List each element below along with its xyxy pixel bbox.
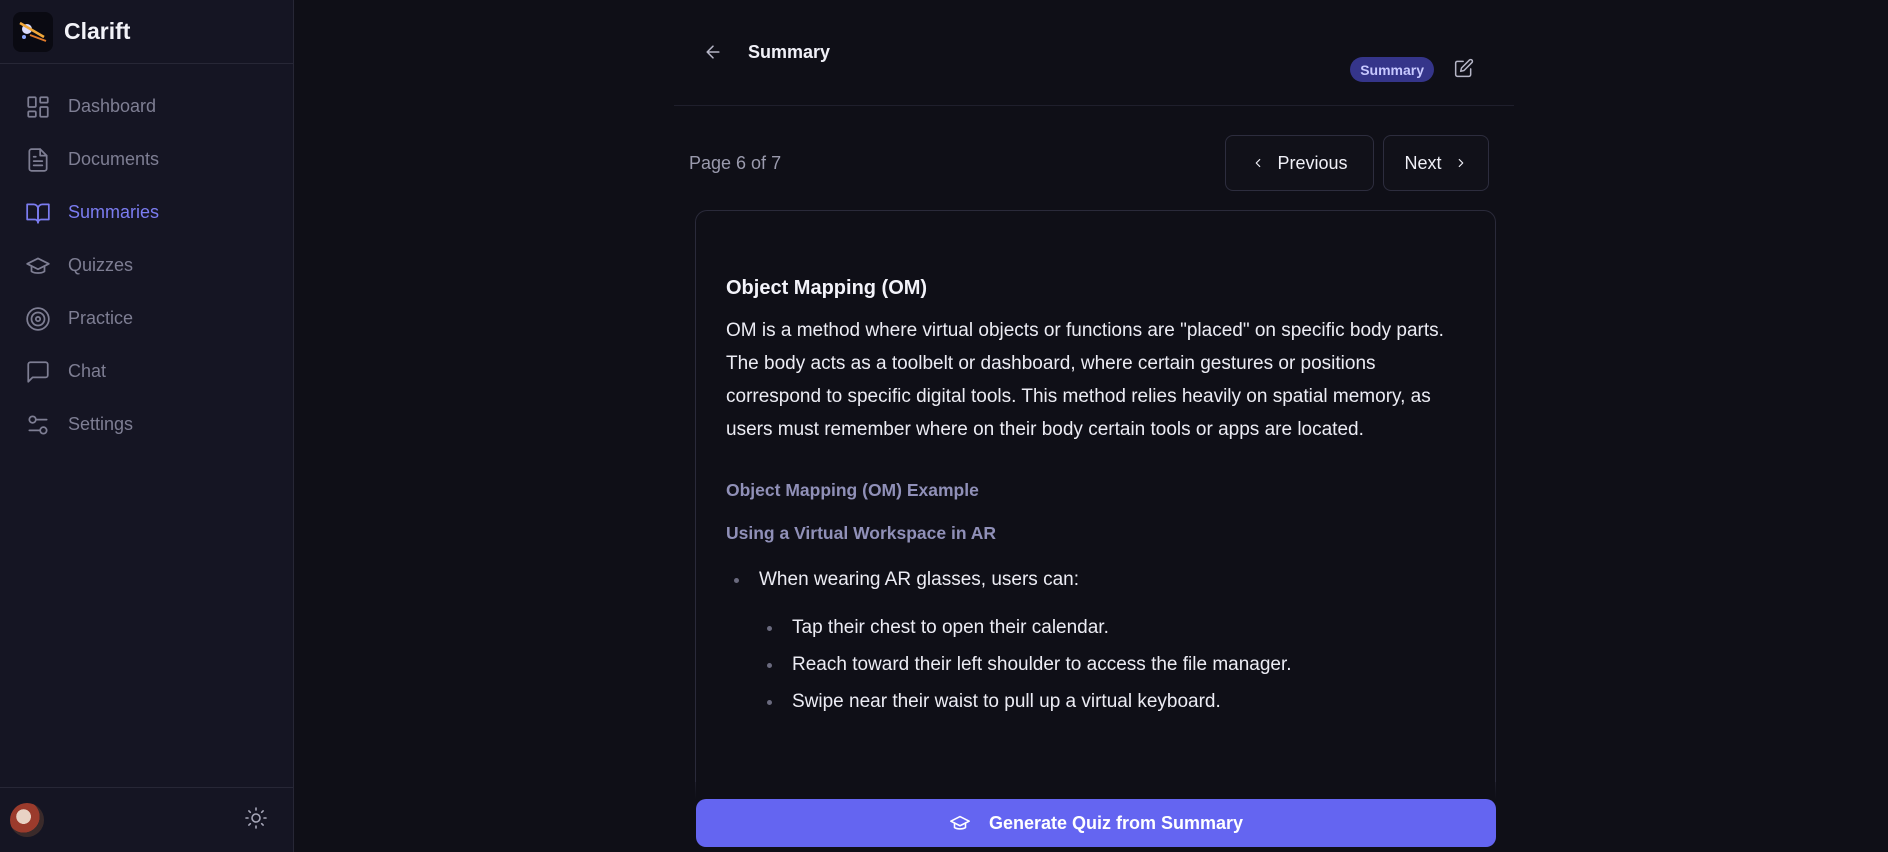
- section-paragraph: OM is a method where virtual objects or …: [726, 320, 1444, 440]
- sidebar-item-practice[interactable]: Practice: [0, 292, 293, 345]
- sublist-item: Tap their chest to open their calendar.: [759, 616, 1465, 640]
- section-title: Object Mapping (OM): [726, 277, 928, 299]
- app-logo: [13, 11, 53, 52]
- book-open-icon: [26, 202, 50, 224]
- graduation-cap-icon: [950, 815, 970, 830]
- page-header: Summary Summary: [674, 0, 1514, 106]
- sidebar: Clarift Dashboard Documents Summaries Qu…: [0, 0, 294, 852]
- sun-icon: [245, 806, 267, 829]
- page-indicator: Page 6 of 7: [689, 152, 782, 173]
- chat-icon: [27, 360, 49, 383]
- target-icon: [26, 306, 50, 331]
- sidebar-item-chat[interactable]: Chat: [0, 345, 293, 398]
- status-badge: Summary: [1350, 57, 1434, 82]
- next-label: Next: [1404, 152, 1442, 173]
- sidebar-item-documents[interactable]: Documents: [0, 133, 293, 186]
- sidebar-nav: Dashboard Documents Summaries Quizzes Pr…: [0, 64, 293, 451]
- sublist-item: Swipe near their waist to pull up a virt…: [759, 690, 1465, 714]
- edit-button[interactable]: [1454, 58, 1474, 83]
- edit-icon: [1454, 58, 1474, 78]
- sidebar-item-settings[interactable]: Settings: [0, 398, 293, 451]
- sidebar-footer: [0, 787, 293, 852]
- list-item: When wearing AR glasses, users can: Tap …: [726, 568, 1465, 714]
- graduation-cap-icon: [26, 257, 50, 274]
- list-item-text: When wearing AR glasses, users can:: [759, 569, 1079, 590]
- pager-buttons: Previous Next: [1225, 135, 1489, 191]
- sidebar-item-label: Chat: [68, 361, 107, 381]
- sidebar-item-label: Settings: [68, 414, 134, 434]
- sliders-icon: [28, 414, 48, 435]
- back-button[interactable]: [703, 42, 725, 64]
- app-name: Clarift: [64, 18, 131, 44]
- previous-label: Previous: [1277, 152, 1348, 173]
- dashboard-icon: [27, 95, 49, 118]
- document-icon: [28, 147, 48, 172]
- generate-quiz-button[interactable]: Generate Quiz from Summary: [696, 799, 1496, 847]
- chevron-right-icon: [1458, 158, 1463, 168]
- page-title: Summary: [748, 42, 831, 62]
- example-subheading: Using a Virtual Workspace in AR: [726, 523, 997, 543]
- example-heading: Object Mapping (OM) Example: [726, 480, 979, 500]
- previous-button[interactable]: Previous: [1225, 135, 1374, 191]
- example-list: When wearing AR glasses, users can: Tap …: [726, 568, 1465, 714]
- sidebar-item-label: Quizzes: [68, 255, 134, 275]
- chevron-left-icon: [1256, 158, 1261, 168]
- theme-toggle-button[interactable]: [244, 806, 268, 835]
- sidebar-item-dashboard[interactable]: Dashboard: [0, 80, 293, 133]
- summary-card: Object Mapping (OM) OM is a method where…: [695, 210, 1496, 852]
- brand[interactable]: Clarift: [0, 0, 293, 64]
- sidebar-item-label: Documents: [68, 149, 160, 169]
- pagination: Page 6 of 7 Previous Next: [689, 135, 1489, 191]
- app-root: Clarift Dashboard Documents Summaries Qu…: [0, 0, 1888, 852]
- sublist-item: Reach toward their left shoulder to acce…: [759, 653, 1465, 677]
- sidebar-item-quizzes[interactable]: Quizzes: [0, 239, 293, 292]
- sidebar-item-label: Dashboard: [68, 96, 157, 116]
- generate-quiz-label: Generate Quiz from Summary: [988, 812, 1244, 833]
- sidebar-item-label: Summaries: [68, 202, 160, 222]
- sidebar-item-label: Practice: [68, 308, 134, 328]
- example-sublist: Tap their chest to open their calendar. …: [759, 616, 1465, 714]
- avatar[interactable]: [10, 803, 44, 837]
- main-content: Summary Summary Page 6 of 7 Previous Nex…: [294, 0, 1888, 852]
- sidebar-item-summaries[interactable]: Summaries: [0, 186, 293, 239]
- next-button[interactable]: Next: [1383, 135, 1489, 191]
- arrow-left-icon: [706, 44, 720, 59]
